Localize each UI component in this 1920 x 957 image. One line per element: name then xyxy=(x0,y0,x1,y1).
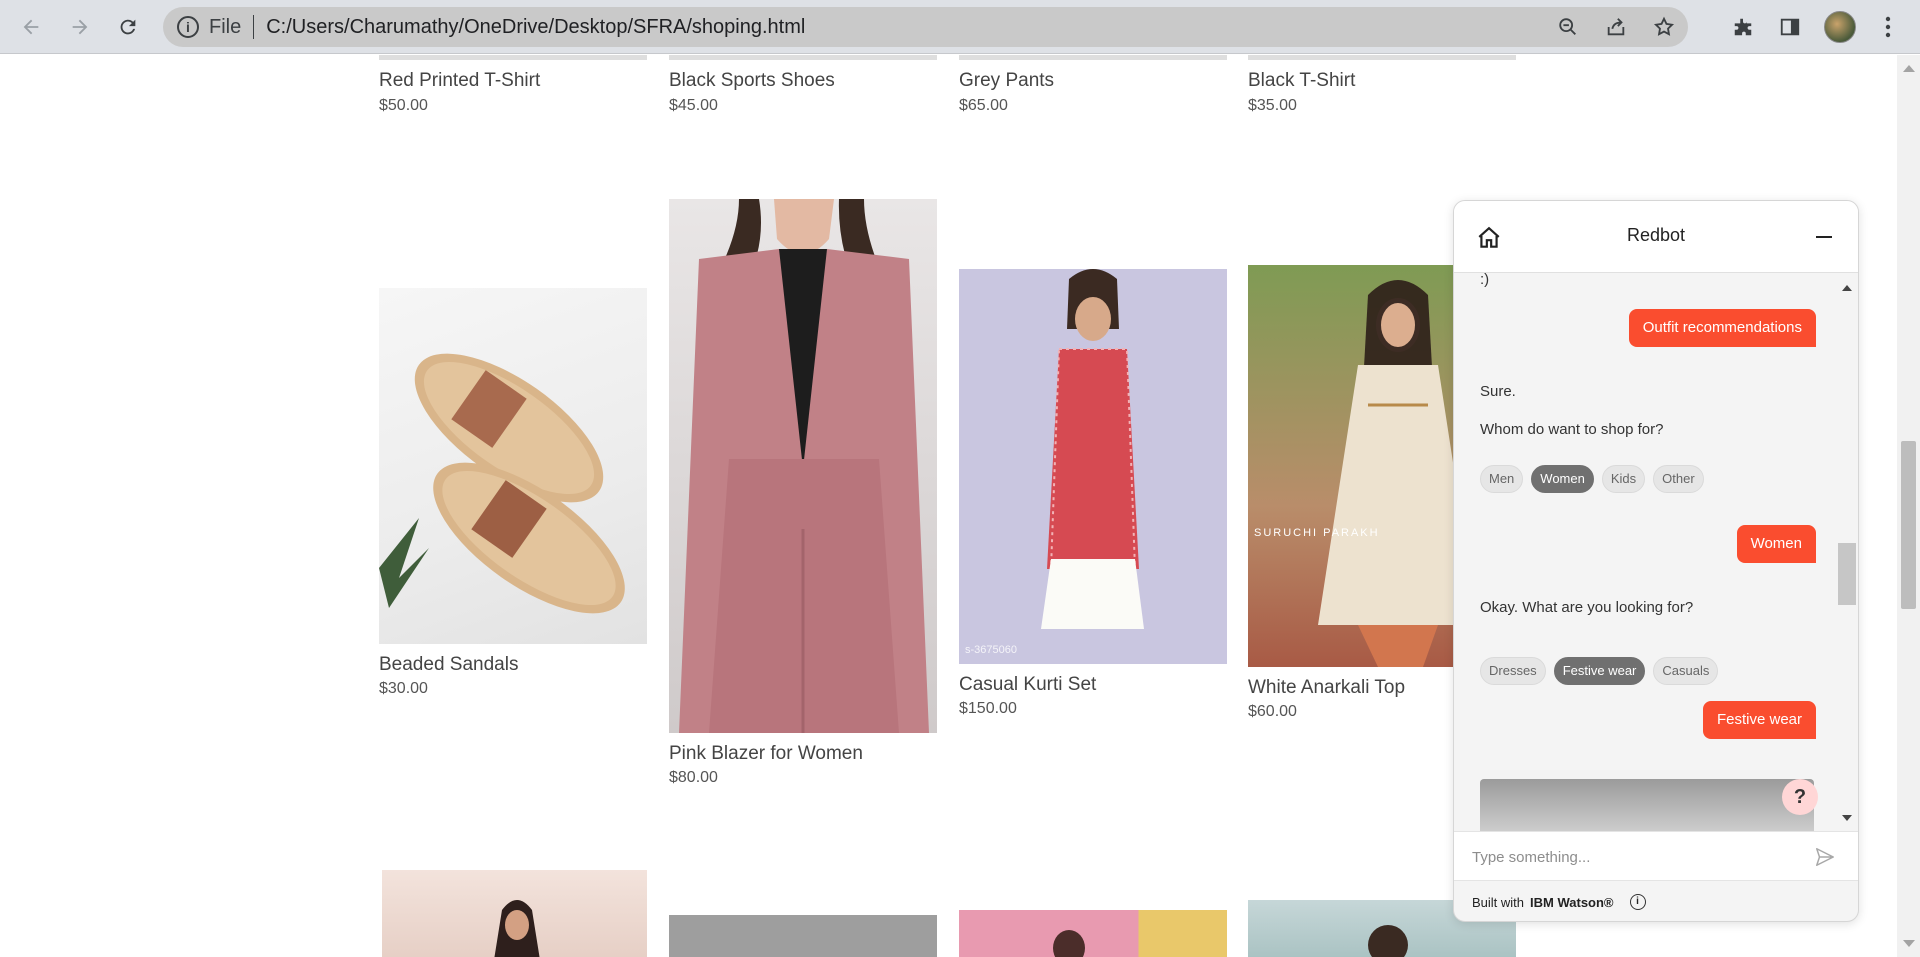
user-message: Festive wear xyxy=(1702,701,1816,739)
product-name[interactable]: Red Printed T-Shirt xyxy=(379,70,540,92)
product-image[interactable]: s-3675060 xyxy=(959,269,1227,664)
product-image[interactable] xyxy=(669,915,937,957)
minimize-icon[interactable] xyxy=(1816,236,1832,238)
product-image[interactable] xyxy=(382,870,647,957)
info-icon[interactable]: i xyxy=(177,16,199,38)
user-message: Outfit recommendations xyxy=(1628,309,1816,347)
scroll-thumb[interactable] xyxy=(1901,441,1916,609)
chatbot-widget: Redbot :) Outfit recommendations Sure. W… xyxy=(1453,200,1859,922)
quick-reply-group: Dresses Festive wear Casuals xyxy=(1480,657,1719,685)
footer-brand: IBM Watson® xyxy=(1530,894,1614,910)
product-name[interactable]: Casual Kurti Set xyxy=(959,674,1096,696)
chat-footer: Built with IBM Watson® i xyxy=(1472,894,1646,910)
quick-reply-group: Men Women Kids Other xyxy=(1480,465,1704,493)
product-price: $45.00 xyxy=(669,97,718,114)
star-icon[interactable] xyxy=(1640,16,1688,38)
product-image[interactable] xyxy=(959,55,1227,60)
chat-message-input[interactable] xyxy=(1472,844,1802,870)
product-price: $60.00 xyxy=(1248,703,1297,720)
product-name[interactable]: Beaded Sandals xyxy=(379,654,518,676)
chat-scroll-down-icon[interactable] xyxy=(1842,815,1852,821)
menu-icon[interactable] xyxy=(1870,10,1906,44)
quick-reply-option-selected[interactable]: Women xyxy=(1531,465,1594,493)
profile-avatar[interactable] xyxy=(1824,11,1856,43)
product-image[interactable] xyxy=(379,288,647,644)
product-price: $30.00 xyxy=(379,680,428,697)
product-price: $65.00 xyxy=(959,97,1008,114)
url-scheme-label: File xyxy=(209,15,242,38)
product-name[interactable]: Pink Blazer for Women xyxy=(669,743,863,765)
product-name[interactable]: White Anarkali Top xyxy=(1248,677,1405,699)
product-image[interactable] xyxy=(669,199,937,733)
forward-icon[interactable] xyxy=(63,10,97,44)
image-watermark: SURUCHI PARAKH xyxy=(1254,527,1380,539)
product-price: $50.00 xyxy=(379,97,428,114)
product-name[interactable]: Black Sports Shoes xyxy=(669,70,835,92)
product-image[interactable] xyxy=(959,910,1227,957)
address-bar[interactable]: i File C:/Users/Charumathy/OneDrive/Desk… xyxy=(163,7,1688,47)
product-image[interactable] xyxy=(669,55,937,60)
image-watermark: s-3675060 xyxy=(965,644,1017,656)
product-name[interactable]: Black T-Shirt xyxy=(1248,70,1355,92)
footer-prefix: Built with xyxy=(1472,894,1525,910)
browser-toolbar: i File C:/Users/Charumathy/OneDrive/Desk… xyxy=(0,0,1920,54)
recommendation-card-image[interactable] xyxy=(1480,779,1814,831)
info-icon[interactable]: i xyxy=(1629,894,1646,910)
help-icon[interactable]: ? xyxy=(1782,779,1818,815)
product-image[interactable] xyxy=(1248,55,1516,60)
product-price: $150.00 xyxy=(959,700,1017,717)
product-name[interactable]: Grey Pants xyxy=(959,70,1054,92)
url-text[interactable]: C:/Users/Charumathy/OneDrive/Desktop/SFR… xyxy=(266,16,805,39)
chat-title: Redbot xyxy=(1626,225,1686,245)
chat-scroll-thumb[interactable] xyxy=(1838,543,1856,605)
bot-message: Okay. What are you looking for? xyxy=(1480,599,1694,616)
chat-input-area xyxy=(1454,831,1858,881)
zoom-out-icon[interactable] xyxy=(1544,16,1592,38)
side-panel-icon[interactable] xyxy=(1772,10,1808,44)
quick-reply-option[interactable]: Men xyxy=(1480,465,1524,493)
product-price: $80.00 xyxy=(669,769,718,786)
quick-reply-option[interactable]: Casuals xyxy=(1653,657,1719,685)
product-price: $35.00 xyxy=(1248,97,1297,114)
quick-reply-option[interactable]: Kids xyxy=(1601,465,1646,493)
bot-message: :) xyxy=(1480,273,1490,288)
chat-messages[interactable]: :) Outfit recommendations Sure. Whom do … xyxy=(1454,273,1858,831)
scroll-up-arrow-icon[interactable] xyxy=(1903,65,1915,72)
back-icon[interactable] xyxy=(14,10,48,44)
scroll-down-arrow-icon[interactable] xyxy=(1903,940,1915,947)
send-icon[interactable] xyxy=(1814,846,1836,868)
share-icon[interactable] xyxy=(1592,16,1640,38)
user-message: Women xyxy=(1736,525,1816,563)
url-separator xyxy=(253,15,255,39)
extensions-icon[interactable] xyxy=(1725,10,1761,44)
chat-scroll-up-icon[interactable] xyxy=(1842,285,1852,291)
reload-icon[interactable] xyxy=(111,10,145,44)
quick-reply-option-selected[interactable]: Festive wear xyxy=(1553,657,1646,685)
chat-header: Redbot xyxy=(1454,201,1858,273)
chat-scrollbar[interactable] xyxy=(1836,273,1858,831)
page-scrollbar[interactable] xyxy=(1897,55,1920,957)
bot-message: Whom do want to shop for? xyxy=(1480,421,1664,438)
quick-reply-option[interactable]: Other xyxy=(1653,465,1704,493)
bot-message: Sure. xyxy=(1480,383,1516,400)
quick-reply-option[interactable]: Dresses xyxy=(1480,657,1546,685)
product-image[interactable] xyxy=(379,55,647,60)
